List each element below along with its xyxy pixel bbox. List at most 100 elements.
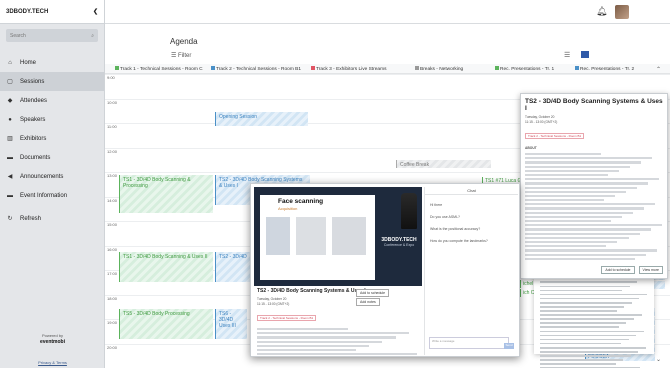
avatar[interactable] <box>615 5 629 19</box>
session-block[interactable]: TS2 - 3D/4D <box>215 252 250 282</box>
session-block[interactable]: Opening Session <box>215 112 308 126</box>
hour-line <box>105 74 670 75</box>
document-line <box>540 318 634 320</box>
session-block[interactable]: Coffee Break <box>396 160 491 168</box>
chat-panel: Chat Hi there Do you use ASML? What is the… <box>424 187 518 355</box>
people-icon: ◆ <box>7 98 13 104</box>
notifications-bell-icon[interactable]: 🔔︎ <box>596 6 607 17</box>
description-line <box>525 215 622 218</box>
popup-title: TS2 - 3D/4D Body Scanning Systems & Uses… <box>525 98 663 112</box>
grid-view-icon[interactable] <box>581 51 589 58</box>
track-name: Rec. Presentations - Tr. 2 <box>580 67 635 72</box>
description-line <box>525 182 648 185</box>
document-line <box>540 306 625 308</box>
description-line <box>525 161 641 164</box>
time-label: 15:00 <box>107 222 118 227</box>
privacy-link[interactable]: Privacy & Terms <box>0 360 105 365</box>
session-block[interactable]: TS6 - 3D/4D Uses III <box>215 309 247 339</box>
collapse-chevron-icon[interactable]: ❮ <box>93 8 98 15</box>
document-line <box>540 346 646 349</box>
video-description <box>257 328 422 356</box>
description-line <box>525 253 647 256</box>
chat-message: Hi there <box>430 203 443 207</box>
slide-subtitle: Acquisition <box>278 206 298 211</box>
search-input[interactable]: Search ⌕ <box>6 29 98 42</box>
sidebar-item-speakers[interactable]: ● Speakers <box>0 110 104 129</box>
time-label: 19:00 <box>107 320 118 325</box>
session-block[interactable]: TS1 - 3D/4D Body Scanning & Processing <box>119 175 213 213</box>
sidebar-item-sessions[interactable]: ▢ Sessions <box>0 72 104 91</box>
send-label: Send <box>505 343 513 347</box>
chat-message: Do you use ASML? <box>430 215 460 219</box>
add-to-schedule-button[interactable]: Add to schedule <box>601 266 635 274</box>
track-label: Rec. Presentations - Tr. 1 <box>495 66 554 72</box>
add-notes-button[interactable]: Add notes <box>356 298 380 306</box>
filter-button[interactable]: ☰ Filter <box>171 52 191 59</box>
document-line <box>540 297 640 300</box>
microphone-icon: ● <box>8 116 12 123</box>
video-stage[interactable]: Face scanning Acquisition 3DBODY.TECH Con… <box>254 187 422 286</box>
folder-icon: ▬ <box>7 192 13 199</box>
search-placeholder: Search <box>10 32 26 39</box>
sidebar-item-exhibitors[interactable]: ▥ Exhibitors <box>0 129 104 148</box>
calendar-icon: ▢ <box>7 79 13 85</box>
sidebar-item-announcements[interactable]: ◀ Announcements <box>0 167 104 186</box>
scroll-down-icon[interactable]: ⌄ <box>656 356 661 363</box>
sidebar-item-label: Exhibitors <box>20 135 47 142</box>
document-line <box>540 281 638 284</box>
popup-description <box>525 153 663 260</box>
popup-time: 11:15 - 13:00 (GMT+2) <box>525 120 558 124</box>
document-line <box>540 289 623 292</box>
conference-logo: 3DBODY.TECH Conference & Expo <box>376 237 422 247</box>
description-line <box>525 194 615 198</box>
sidebar-item-refresh[interactable]: ↻ Refresh <box>0 209 104 228</box>
powered-by-label: Powered by <box>41 333 64 338</box>
description-line <box>525 203 655 206</box>
chat-tab[interactable]: Chat <box>425 187 518 195</box>
list-view-icon[interactable]: ☰ <box>564 51 570 59</box>
building-icon: ▥ <box>7 136 13 142</box>
sidebar-item-home[interactable]: ⌂ Home <box>0 53 104 72</box>
presentation-slide: Face scanning Acquisition <box>260 195 375 280</box>
sidebar-nav: ⌂ Home ▢ Sessions ◆ Attendees ● Speakers ▥ Exhibi… <box>0 53 104 228</box>
eventmobi-logo: eventmobi <box>39 339 65 345</box>
track-color-swatch <box>575 66 579 70</box>
track-color-swatch <box>495 66 499 70</box>
chat-message: What is the positional accuracy? <box>430 227 481 231</box>
description-line <box>525 199 604 202</box>
view-more-button[interactable]: View more <box>638 266 663 274</box>
document-line <box>540 363 616 365</box>
description-line <box>525 228 651 231</box>
track-name: Rec. Presentations - Tr. 1 <box>500 67 555 72</box>
page-title: Agenda <box>170 37 198 46</box>
send-button[interactable]: Send <box>504 343 514 349</box>
track-label: Rec. Presentations - Tr. 2 <box>575 66 634 72</box>
scroll-up-icon[interactable]: ⌃ <box>656 66 661 73</box>
video-time: 11:15 - 13:00 (GMT+2) <box>257 302 290 306</box>
track-label: Track 1 - Technical Sessions - Room C <box>115 66 203 72</box>
description-line <box>257 332 409 335</box>
sidebar-item-label: Speakers <box>20 116 46 123</box>
slide-title: Face scanning <box>278 198 324 205</box>
description-line <box>525 257 636 260</box>
sidebar-item-event-information[interactable]: ▬ Event Information <box>0 186 104 205</box>
chat-message-input[interactable]: Write a message <box>429 337 509 349</box>
session-popup: TS2 - 3D/4D Body Scanning Systems & Uses… <box>520 93 668 279</box>
description-line <box>525 169 619 172</box>
document-line <box>540 285 630 288</box>
session-block[interactable]: TS1 - 3D/4D Body Scanning & Uses II <box>119 252 213 282</box>
track-name: Track 1 - Technical Sessions - Room C <box>120 67 203 72</box>
sidebar-item-documents[interactable]: ▬ Documents <box>0 148 104 167</box>
video-add-to-schedule-button[interactable]: Add to schedule <box>356 289 390 297</box>
app-window: 3DBODY.TECH ❮ Search ⌕ ⌂ Home ▢ Sessions ◆ Atte… <box>0 0 670 368</box>
top-bar: 🔔︎ <box>105 0 670 24</box>
time-label: 16:00 <box>107 246 118 252</box>
description-line <box>525 220 611 223</box>
description-line <box>257 353 418 356</box>
sidebar-item-attendees[interactable]: ◆ Attendees <box>0 91 104 110</box>
session-block[interactable]: TS5 - 3D/4D Body Processing <box>119 309 213 339</box>
description-line <box>525 236 629 239</box>
time-label: 20:00 <box>107 344 118 350</box>
filter-label: Filter <box>178 53 192 59</box>
document-line <box>540 322 627 324</box>
